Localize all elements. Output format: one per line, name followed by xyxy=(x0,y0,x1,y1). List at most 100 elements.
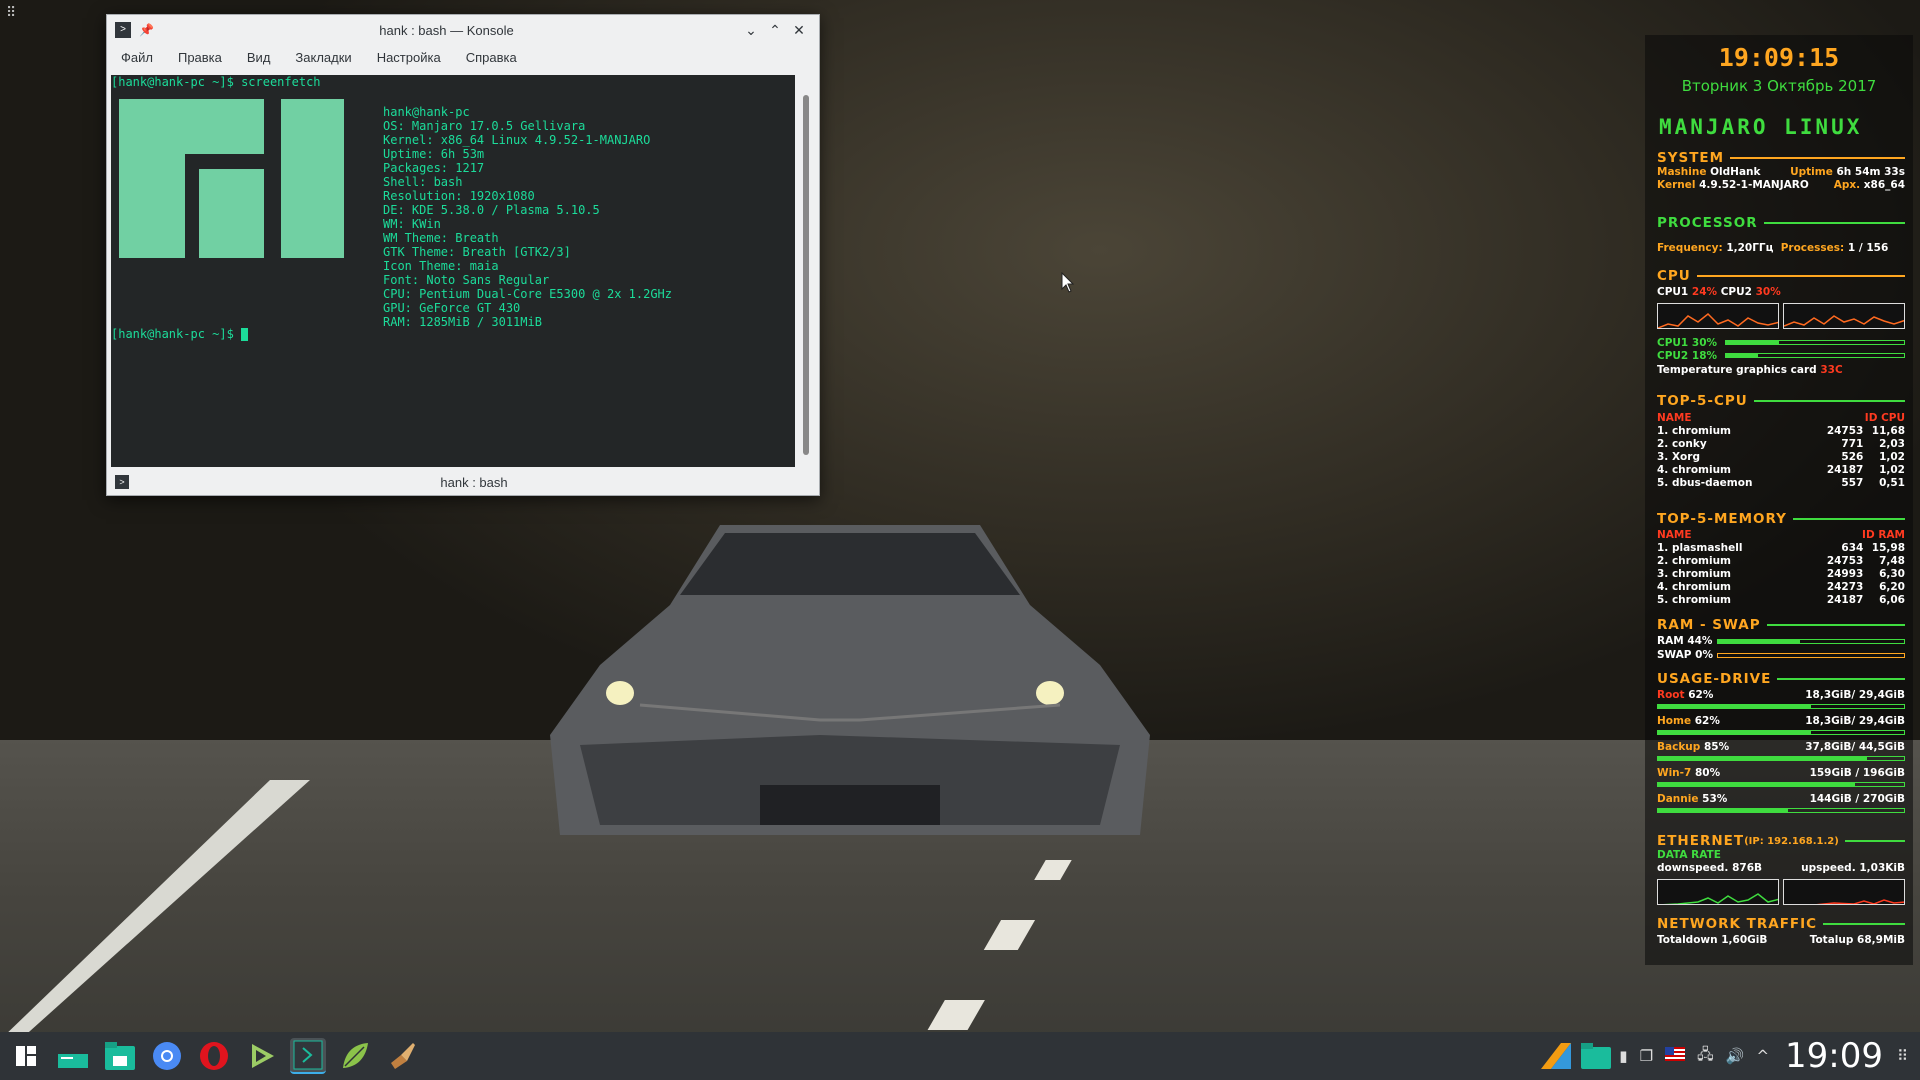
process-row: 1. plasmashell 634 15,98 xyxy=(1657,542,1905,555)
scrollbar-thumb[interactable] xyxy=(803,95,809,455)
maximize-button[interactable]: ⌃ xyxy=(763,22,787,39)
process-name: 1. plasmashell xyxy=(1657,542,1743,554)
process-stats: 24753 7,48 xyxy=(1826,555,1905,567)
terminal-area[interactable]: [hank@hank-pc ~]$ screenfetch hank@hank-… xyxy=(111,75,795,467)
gpu-temp-value: 33C xyxy=(1820,364,1843,376)
screenfetch-line: Icon Theme: maia xyxy=(383,259,672,273)
menu-help[interactable]: Справка xyxy=(466,50,517,65)
system-tray: ▮ ❐ 🖧 🔊 ^ 19:09 ⠿ xyxy=(1539,1032,1920,1080)
kernel-value: 4.9.52-1-MANJARO xyxy=(1699,179,1809,191)
screenfetch-info: hank@hank-pc OS: Manjaro 17.0.5 Gellivara… xyxy=(383,105,672,329)
taskbar-clock[interactable]: 19:09 xyxy=(1785,1036,1883,1076)
screenfetch-line: GPU: GeForce GT 430 xyxy=(383,301,672,315)
drive-usage-bar xyxy=(1657,782,1905,787)
drive-name: Backup xyxy=(1657,741,1701,753)
info-value: Breath xyxy=(455,231,499,245)
section-title: PROCESSOR xyxy=(1657,215,1758,231)
drive-usage: 144GiB / 270GiB xyxy=(1809,793,1905,805)
chromium-icon[interactable] xyxy=(149,1038,185,1074)
panel-options-icon[interactable]: ⠿ xyxy=(1897,1047,1908,1065)
section-top-memory: TOP-5-MEMORY xyxy=(1657,511,1905,527)
gpu-temp-row: Temperature graphics card 33C xyxy=(1657,364,1905,377)
file-manager-icon[interactable] xyxy=(102,1038,138,1074)
section-title: CPU xyxy=(1657,268,1691,284)
leaf-icon[interactable] xyxy=(337,1038,373,1074)
screenfetch-line: Font: Noto Sans Regular xyxy=(383,273,672,287)
tray-expand-icon[interactable]: ^ xyxy=(1756,1047,1769,1065)
tab-bar: > hank : bash xyxy=(107,469,819,495)
top-list-header: NAME ID RAM xyxy=(1657,529,1905,542)
menu-bookmarks[interactable]: Закладки xyxy=(295,50,351,65)
screenfetch-line: Resolution: 1920x1080 xyxy=(383,189,672,203)
terminal-tab-icon[interactable]: > xyxy=(115,475,129,489)
info-value: Manjaro 17.0.5 Gellivara xyxy=(411,119,586,133)
drive-pct: 85% xyxy=(1703,741,1730,753)
swap-bar xyxy=(1717,653,1905,658)
clipboard-icon[interactable]: ❐ xyxy=(1640,1047,1653,1065)
header-name: NAME xyxy=(1657,412,1692,424)
info-value: GeForce GT 430 xyxy=(419,301,521,315)
command: screenfetch xyxy=(241,75,321,89)
info-value: hank@hank-pc xyxy=(383,105,470,119)
drive-row: Backup 85% 37,8GiB/ 44,5GiB xyxy=(1657,741,1905,754)
tab-title[interactable]: hank : bash xyxy=(129,475,819,490)
totalup-label: Totalup xyxy=(1809,934,1854,946)
prompt: [hank@hank-pc ~]$ xyxy=(111,75,234,89)
process-name: 1. chromium xyxy=(1657,425,1731,437)
network-icon[interactable]: 🖧 xyxy=(1697,1044,1714,1069)
process-name: 3. chromium xyxy=(1657,568,1731,580)
arch-label: Apx. xyxy=(1833,179,1861,191)
application-launcher-icon[interactable] xyxy=(8,1038,44,1074)
process-stats: 24187 1,02 xyxy=(1826,464,1905,476)
process-row: 2. chromium 24753 7,48 xyxy=(1657,555,1905,568)
proc-value: 1 / 156 xyxy=(1847,242,1889,254)
menu-settings[interactable]: Настройка xyxy=(377,50,441,65)
section-title: ETHERNET xyxy=(1657,833,1745,849)
header-name: NAME xyxy=(1657,529,1692,541)
desktop-icon[interactable] xyxy=(55,1038,91,1074)
process-row: 3. Xorg 526 1,02 xyxy=(1657,451,1905,464)
info-value: Breath [GTK2/3] xyxy=(462,245,571,259)
info-key: OS: xyxy=(383,119,412,133)
brush-icon[interactable] xyxy=(384,1038,420,1074)
info-value: Noto Sans Regular xyxy=(426,273,550,287)
scrollbar[interactable] xyxy=(799,77,813,467)
close-button[interactable]: ✕ xyxy=(787,22,811,39)
info-key: RAM: xyxy=(383,315,420,329)
info-value: bash xyxy=(433,175,463,189)
up-label: upspeed. xyxy=(1801,862,1856,874)
software-update-icon[interactable] xyxy=(1579,1041,1613,1071)
section-processor: PROCESSOR xyxy=(1657,215,1905,231)
pin-icon[interactable]: 📌 xyxy=(139,23,154,37)
drive-usage-bar xyxy=(1657,704,1905,709)
play-icon[interactable] xyxy=(243,1038,279,1074)
menu-edit[interactable]: Правка xyxy=(178,50,222,65)
keyboard-layout-flag-icon[interactable] xyxy=(1665,1047,1686,1065)
process-row: 5. chromium 24187 6,06 xyxy=(1657,594,1905,607)
menu-file[interactable]: Файл xyxy=(121,50,153,65)
section-cpu: CPU xyxy=(1657,268,1905,284)
minimize-button[interactable]: ⌄ xyxy=(739,22,763,39)
manjaro-settings-icon[interactable] xyxy=(1539,1041,1573,1071)
opera-icon[interactable] xyxy=(196,1038,232,1074)
section-title: TOP-5-MEMORY xyxy=(1657,511,1787,527)
konsole-icon[interactable] xyxy=(290,1038,326,1074)
usb-icon[interactable]: ▮ xyxy=(1619,1047,1627,1065)
data-rate-label: DATA RATE xyxy=(1657,849,1721,861)
traffic-row: Totaldown 1,60GiB Totalup 68,9MiB xyxy=(1657,934,1905,947)
titlebar[interactable]: > 📌 hank : bash — Konsole ⌄ ⌃ ✕ xyxy=(107,15,819,45)
desktop-menu-icon[interactable]: ⠿ xyxy=(6,6,22,22)
volume-icon[interactable]: 🔊 xyxy=(1726,1047,1745,1065)
drive-usage: 18,3GiB/ 29,4GiB xyxy=(1805,689,1905,701)
screenfetch-line: Packages: 1217 xyxy=(383,161,672,175)
drive-usage: 18,3GiB/ 29,4GiB xyxy=(1805,715,1905,727)
uptime-value: 6h 54m 33s xyxy=(1836,166,1905,178)
info-value: Pentium Dual-Core E5300 @ 2x 1.2GHz xyxy=(419,287,672,301)
konsole-app-icon[interactable]: > xyxy=(115,22,131,38)
cpu1-graph xyxy=(1657,303,1779,329)
menu-view[interactable]: Вид xyxy=(247,50,271,65)
swap-label: SWAP 0% xyxy=(1657,649,1713,661)
cpu2-bar-pct: 18% xyxy=(1691,350,1718,362)
cpu1-pct: 24% xyxy=(1691,286,1718,298)
cpu2-label: CPU2 xyxy=(1720,286,1752,298)
